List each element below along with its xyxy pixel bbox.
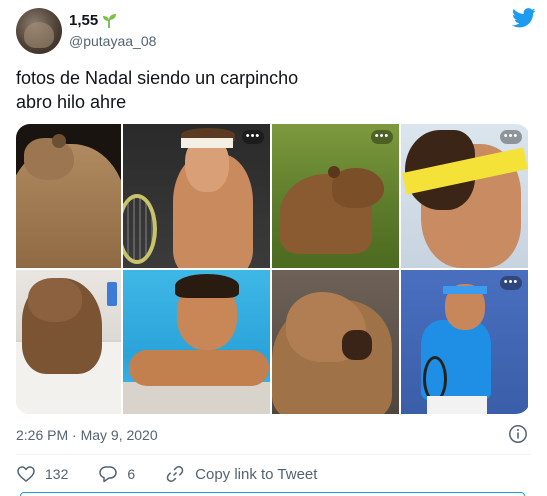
timestamp[interactable]: 2:26 PM · May 9, 2020: [16, 427, 158, 443]
reply-count: 6: [127, 466, 136, 482]
photo-nadal-2[interactable]: •••: [401, 124, 528, 268]
photo-capybara-3[interactable]: [16, 270, 121, 414]
divider: [16, 454, 531, 455]
more-options-icon[interactable]: •••: [500, 276, 522, 290]
reply-icon: [99, 466, 118, 483]
author-handle[interactable]: @putayaa_08: [69, 33, 156, 49]
more-options-icon[interactable]: •••: [500, 130, 522, 144]
photo-capybara-4[interactable]: [272, 270, 399, 414]
heart-icon: [17, 466, 35, 482]
tweet-text: fotos de Nadal siendo un carpincho abro …: [16, 66, 531, 114]
photo-capybara-2[interactable]: •••: [272, 124, 399, 268]
photo-nadal-4[interactable]: •••: [401, 270, 528, 414]
avatar[interactable]: [16, 8, 62, 54]
reply-button[interactable]: 6: [98, 464, 135, 484]
author-name-row[interactable]: 1,55: [69, 12, 117, 29]
tweet-text-line-2: abro hilo ahre: [16, 92, 127, 112]
media-grid: ••• ••• ••• •••: [16, 124, 530, 414]
copy-link-button[interactable]: Copy link to Tweet: [165, 464, 317, 484]
author-display-name[interactable]: 1,55: [69, 12, 98, 29]
tweet-actions: 132 6 Copy link to Tweet: [16, 462, 317, 486]
info-icon[interactable]: [508, 424, 528, 444]
more-options-icon[interactable]: •••: [242, 130, 264, 144]
photo-nadal-3[interactable]: [123, 270, 270, 414]
copy-link-label: Copy link to Tweet: [195, 465, 318, 483]
twitter-bird-icon[interactable]: [512, 8, 536, 28]
photo-capybara-1[interactable]: [16, 124, 121, 268]
link-icon: [166, 466, 184, 482]
like-count: 132: [45, 466, 69, 482]
like-button[interactable]: 132: [16, 464, 68, 484]
tweet-header: 1,55 @putayaa_08: [16, 8, 536, 54]
photo-nadal-1[interactable]: •••: [123, 124, 270, 268]
reply-button-outline[interactable]: [20, 492, 525, 496]
more-options-icon[interactable]: •••: [371, 130, 393, 144]
sprout-icon: [103, 13, 117, 28]
tweet-text-line-1: fotos de Nadal siendo un carpincho: [16, 68, 299, 88]
tweet-meta: 2:26 PM · May 9, 2020: [16, 424, 531, 446]
